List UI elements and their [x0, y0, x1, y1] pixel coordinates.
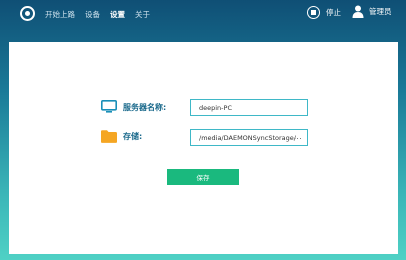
server-name-row: 服务器名称: [101, 100, 166, 114]
monitor-icon [101, 100, 117, 113]
settings-panel: 服务器名称: deepin-PC 存储: /media/DAEMONSyncSt… [9, 42, 398, 254]
stop-button[interactable]: 停止 [307, 6, 341, 19]
nav-item-settings[interactable]: 设置 [110, 9, 125, 20]
nav-item-getting-started[interactable]: 开始上路 [45, 9, 75, 20]
storage-path-value: /media/DAEMONSyncStorage/ [199, 133, 296, 142]
server-name-label: 服务器名称: [123, 102, 167, 112]
server-name-value: deepin-PC [199, 103, 232, 112]
storage-label: 存储: [123, 132, 143, 141]
main-nav: 开始上路 设备 设置 关于 [45, 9, 150, 20]
nav-item-devices[interactable]: 设备 [85, 9, 100, 20]
top-bar: 开始上路 设备 设置 关于 停止 管理员 [0, 0, 406, 30]
stop-label: 停止 [326, 8, 341, 17]
user-icon [352, 5, 364, 18]
nav-item-about[interactable]: 关于 [135, 9, 150, 20]
app-logo-icon[interactable] [20, 6, 35, 21]
browse-button[interactable]: ... [294, 133, 302, 141]
stop-icon [307, 6, 320, 19]
save-button[interactable]: 保存 [167, 169, 239, 185]
storage-path-input[interactable]: /media/DAEMONSyncStorage/ ... [190, 129, 308, 146]
server-name-input[interactable]: deepin-PC [190, 99, 308, 116]
folder-icon [101, 130, 117, 143]
storage-row: 存储: [101, 130, 142, 143]
user-menu[interactable]: 管理员 [352, 5, 392, 18]
user-label: 管理员 [369, 7, 392, 16]
